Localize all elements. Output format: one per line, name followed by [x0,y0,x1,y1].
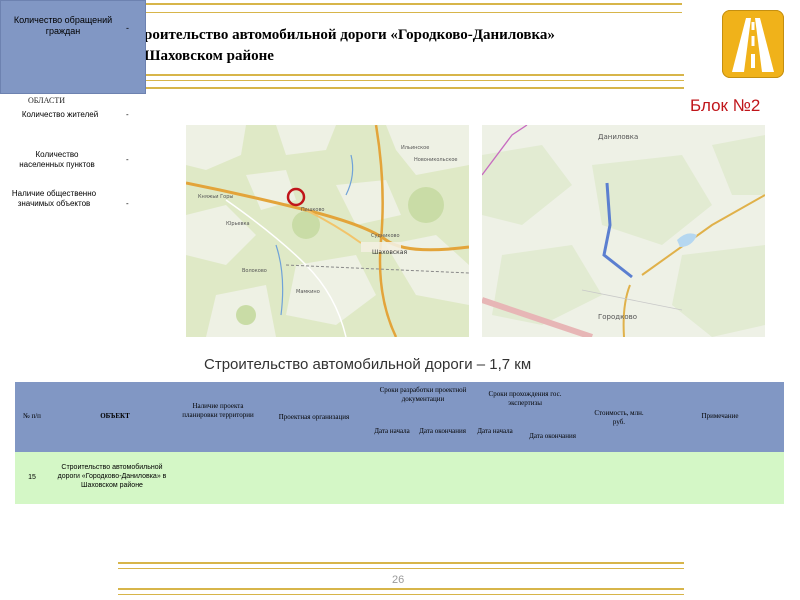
header-rule-3 [146,87,684,89]
project-table: № п/п ОБЪЕКТ Наличие проекта планировки … [15,382,784,504]
col-start-1: Дата начала [374,427,410,435]
overview-map[interactable]: Шаховская Ильинское Мамкино Новоникольск… [186,125,469,337]
settlements-label: Количество населенных пунктов [19,150,95,169]
map-label-pashkovo: Пашково [301,207,324,213]
region-label: ОБЛАСТИ [28,96,65,105]
map-label-knyazhi-gory: Княжьи Горы [198,194,233,200]
footer-rule-2 [118,568,684,569]
footer-rule-3 [118,588,684,590]
col-object: ОБЪЕКТ [100,412,130,420]
map-label-yurevka: Юрьевка [226,221,250,227]
road-logo-graphic [732,18,774,72]
residents-label: Количество жителей [21,110,99,119]
map-caption: Строительство автомобильной дороги – 1,7… [204,356,532,373]
col-review-group: Сроки прохождения гос. экспертизы [488,390,562,407]
footer-rule-4 [118,594,684,595]
footer-rule-1 [118,562,684,564]
row-num: 15 [28,474,36,481]
map-label-sudnikovo: Судниково [371,233,400,239]
col-cost: Стоимость, млн. руб. [594,409,644,426]
col-design-group: Сроки разработки проектной документации [379,386,467,403]
col-num: № п/п [23,412,41,420]
title-line-2: Шаховском районе [144,48,274,64]
block-label: Блок №2 [690,96,761,115]
map-label-danilovka: Даниловка [598,133,638,141]
title-line-1: роительство автомобильной дороги «Городк… [144,27,555,43]
map-label-ilinskoe: Ильинское [401,145,429,151]
map-label-volokovo: Волоково [242,268,267,274]
col-note: Примечание [701,412,739,420]
appeals-cell: Количество обращений граждан - [0,0,146,94]
detail-map[interactable]: Даниловка Городково [482,125,765,337]
page-title: роительство автомобильной дороги «Городк… [144,25,664,67]
appeals-label: Количество обращений граждан [13,15,113,36]
appeals-value: - [126,23,129,33]
map-label-mamkino: Мамкино [296,289,320,295]
page-number: 26 [392,574,405,586]
objects-label: Наличие общественно значимых объектов [11,189,97,208]
header-rule-1 [146,74,684,76]
road-logo-icon [722,10,784,78]
map-label-novonikolskoe: Новоникольское [414,157,457,163]
info-row-residents: Количество жителей - [0,110,146,122]
col-start-2: Дата начала [477,427,513,435]
table-row[interactable]: 15 Строительство автомобильной дороги «Г… [15,452,784,504]
top-rule-1 [120,3,682,5]
residents-value: - [126,110,129,119]
row-object: Строительство автомобильной дороги «Горо… [57,464,167,489]
map-label-shakhovskaya: Шаховская [372,249,407,256]
top-rule-2 [120,12,682,13]
col-org: Проектная организация [278,413,350,421]
col-end-1: Дата окончания [419,427,466,435]
header-rule-2 [146,80,684,81]
map-label-gorodkovo: Городково [598,313,637,321]
col-end-2: Дата окончания [529,432,576,440]
col-planning: Наличие проекта планировки территории [182,402,254,419]
info-row-objects: Наличие общественно значимых объектов - [0,189,146,221]
objects-value: - [126,199,129,208]
info-row-settlements: Количество населенных пунктов - [0,150,146,172]
table-header: № п/п ОБЪЕКТ Наличие проекта планировки … [15,382,784,452]
settlements-value: - [126,155,129,164]
